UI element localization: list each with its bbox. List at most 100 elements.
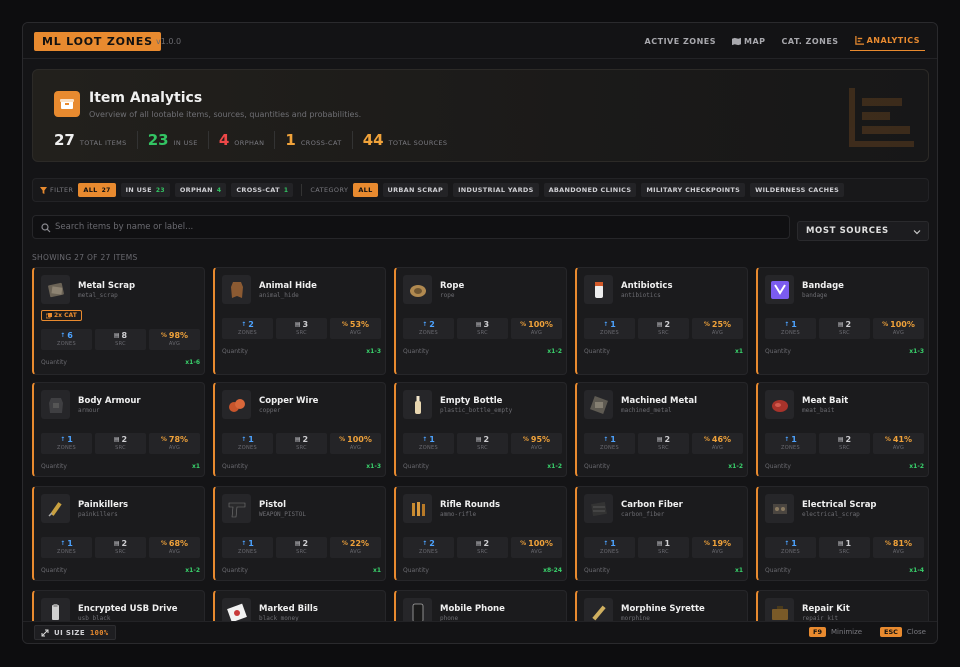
metric-value: % 78% [149,435,200,444]
category-wilderness-caches[interactable]: WILDERNESS CACHES [750,183,845,197]
item-key: rope [440,292,455,299]
item-card[interactable]: Electrical Scrap electrical_scrap ↑ 1 ZONES ▤… [756,486,929,581]
avg-icon: % [341,321,348,328]
quantity-row: Quantity x1-3 [222,348,381,355]
metric-number: 1 [664,539,671,548]
search-input[interactable] [55,216,775,238]
search-box[interactable] [32,215,790,239]
metric-number: 3 [483,320,490,329]
quantity-row: Quantity x1 [41,463,200,470]
metric-value: ▤ 2 [95,435,146,444]
src-icon: ▤ [837,321,844,328]
metric-label: ZONES [781,330,800,336]
close-button[interactable]: ESC Close [880,627,926,637]
quantity-row: Quantity x1-2 [584,463,743,470]
tab-active-zones[interactable]: ACTIVE ZONES [640,33,721,51]
stat-label: ORPHAN [234,139,265,147]
item-card[interactable]: Animal Hide animal_hide ↑ 2 ZONES ▤ 3 SRC% 53% AV… [213,267,386,375]
item-card[interactable]: Copper Wire copper ↑ 1 ZONES ▤ 2 SRC% 100% AVG Qua… [213,382,386,477]
quantity-value: x1-2 [185,567,200,574]
ui-size-button[interactable]: UI SIZE 100% [34,625,116,640]
category-abandoned-clinics[interactable]: ABANDONED CLINICS [543,183,637,197]
metric-number: 2 [121,539,128,548]
zones-icon: ↑ [60,332,66,339]
item-name: Electrical Scrap [802,500,877,510]
avg-icon: % [160,332,167,339]
item-card[interactable]: Body Armour armour ↑ 1 ZONES ▤ 2 SRC% 78% AVG Quan… [32,382,205,477]
item-card[interactable]: Repair Kit repair_kit [756,590,929,622]
resize-icon [41,629,49,636]
item-card[interactable]: Carbon Fiber carbon_fiber ↑ 1 ZONES ▤ 1 SRC% 19%… [575,486,748,581]
ui-size-value: 100% [90,628,109,637]
item-card[interactable]: Empty Bottle plastic_bottle_empty ↑ 1 ZONES ▤… [394,382,567,477]
item-card[interactable]: Rope rope ↑ 2 ZONES ▤ 3 SRC% 100% AVG Quantity x1-2 [394,267,567,375]
avg-metric: % 100% AVG [511,537,562,558]
metric-label: SRC [296,330,307,336]
metric-label: ZONES [57,445,76,451]
metric-value: ↑ 1 [765,320,816,329]
item-card[interactable]: Antibiotics antibiotics ↑ 1 ZONES ▤ 2 SRC% 25% AV… [575,267,748,375]
tab-cat-zones[interactable]: CAT. ZONES [777,33,844,51]
item-name: Antibiotics [621,281,673,291]
zones-metric: ↑ 1 ZONES [222,537,273,558]
item-card[interactable]: Meat Bait meat_bait ↑ 1 ZONES ▤ 2 SRC% 41% AVG Qua… [756,382,929,477]
item-card[interactable]: Morphine Syrette morphine [575,590,748,622]
category-military-checkpoints[interactable]: MILITARY CHECKPOINTS [641,183,746,197]
metric-value: ↑ 1 [584,320,635,329]
item-card[interactable]: Painkillers painkillers ↑ 1 ZONES ▤ 2 SRC% 68% AV… [32,486,205,581]
zones-icon: ↑ [241,321,247,328]
quantity-value: x1-2 [547,463,562,470]
close-key: ESC [880,627,902,637]
item-card[interactable]: Machined Metal machined_metal ↑ 1 ZONES ▤ 2 SRC… [575,382,748,477]
quantity-value: x1 [372,567,381,574]
sources-metric: ▤ 3 SRC [276,318,327,339]
item-card[interactable]: Encrypted USB Drive usb_black [32,590,205,622]
metric-value: ▤ 3 [276,320,327,329]
filter-bar: FILTER ALL 27 IN USE 23 ORPHAN 4 CROSS-CAT 1 CAT… [32,178,929,202]
filter-all[interactable]: ALL 27 [78,183,116,197]
metric-label: ZONES [57,341,76,347]
metric-number: 78% [168,435,189,444]
category-urban-scrap[interactable]: URBAN SCRAP [382,183,449,197]
item-name: Bandage [802,281,844,291]
item-card[interactable]: Marked Bills black_money [213,590,386,622]
item-card[interactable]: Metal Scrap metal_scrap 2x CAT ↑ 6 ZONES ▤ 8 SRC… [32,267,205,375]
item-key: copper [259,407,281,414]
item-card[interactable]: Rifle Rounds ammo-rifle ↑ 2 ZONES ▤ 2 SRC% 100% A… [394,486,567,581]
avg-icon: % [339,436,346,443]
filter-orphan[interactable]: ORPHAN 4 [174,183,227,197]
filter-cross-cat[interactable]: CROSS-CAT 1 [231,183,294,197]
item-card[interactable]: Mobile Phone phone [394,590,567,622]
metric-value: % 100% [330,435,381,444]
item-name: Copper Wire [259,396,319,406]
category-all[interactable]: ALL [353,183,378,197]
metric-label: SRC [839,445,850,451]
tab-analytics[interactable]: ANALYTICS [849,33,925,51]
metric-number: 2 [664,435,671,444]
chevron-down-icon [913,230,921,235]
stat-value: 4 [218,131,230,149]
item-card[interactable]: Pistol WEAPON_PISTOL ↑ 1 ZONES ▤ 2 SRC% 22% AVG Qu… [213,486,386,581]
metric-number: 1 [248,539,254,548]
item-key: machined_metal [621,407,672,414]
metric-value: % 98% [149,331,200,340]
item-name: Metal Scrap [78,281,136,291]
avg-metric: % 100% AVG [873,318,924,339]
category-industrial-yards[interactable]: INDUSTRIAL YARDS [453,183,539,197]
quantity-label: Quantity [222,463,248,470]
metric-label: ZONES [238,330,257,336]
avg-metric: % 81% AVG [873,537,924,558]
sort-dropdown[interactable]: MOST SOURCES [797,221,929,241]
metric-number: 2 [248,320,254,329]
metric-number: 1 [610,320,616,329]
item-name: Painkillers [78,500,129,510]
metric-label: SRC [477,445,488,451]
copper-wire-icon [222,390,251,419]
tab-map[interactable]: MAP [727,33,771,51]
item-name: Rope [440,281,465,291]
filter-in-use[interactable]: IN USE 23 [120,183,170,197]
usb-drive-icon [41,598,70,622]
minimize-button[interactable]: F9 Minimize [809,627,862,637]
item-card[interactable]: Bandage bandage ↑ 1 ZONES ▤ 2 SRC% 100% AVG Quanti… [756,267,929,375]
badge-label: 2x CAT [54,312,77,319]
